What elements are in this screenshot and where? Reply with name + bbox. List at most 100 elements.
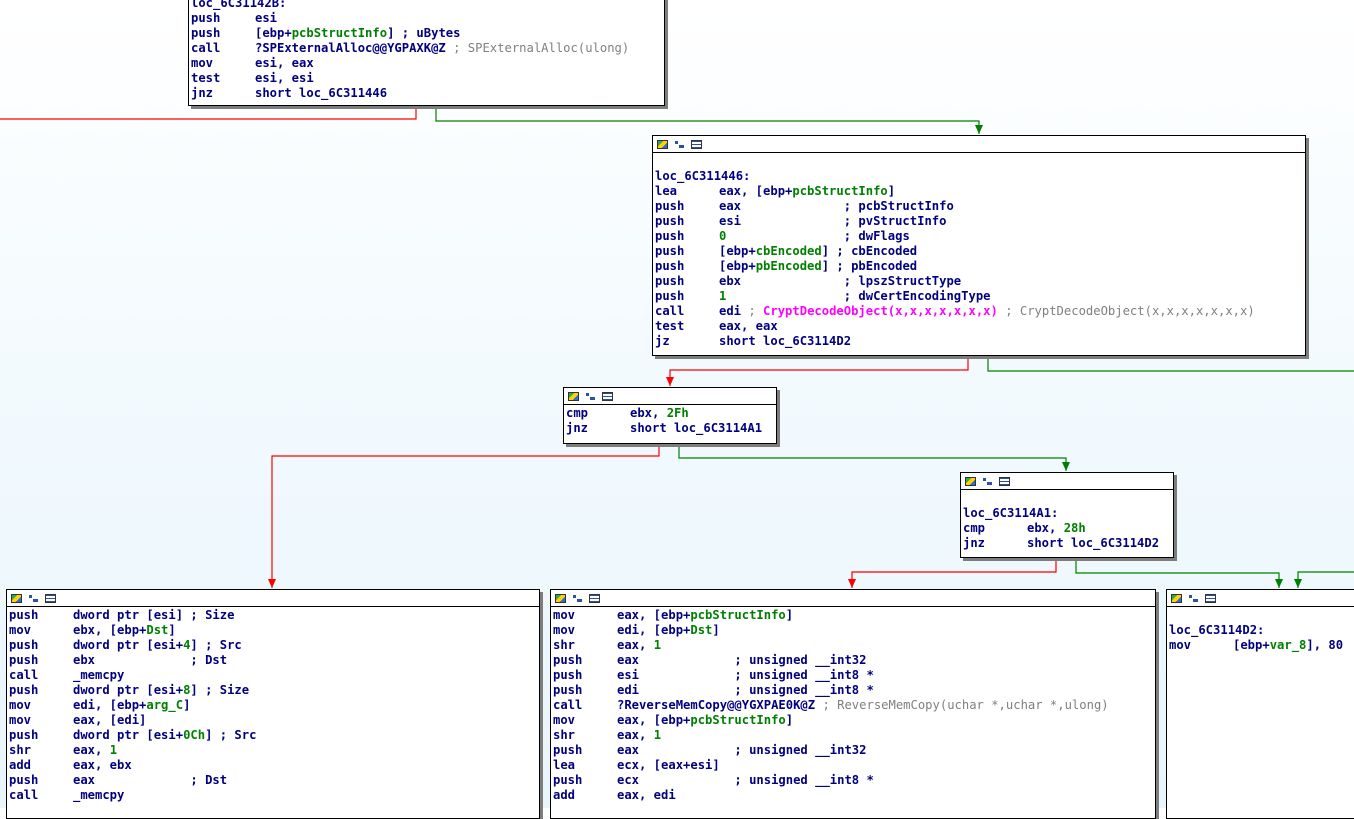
- instruction-line[interactable]: call ?SPExternalAlloc@@YGPAXK@Z ; SPExter…: [191, 41, 662, 56]
- edge-true-to-loc_6C3114D2[interactable]: [1075, 558, 1280, 588]
- instruction-line[interactable]: add eax, edi: [553, 788, 1153, 803]
- instruction-line[interactable]: push eax ; Dst: [9, 773, 537, 788]
- graph-overview-icon[interactable]: [572, 593, 583, 603]
- edge-true-to-loc_6C311446[interactable]: [435, 106, 980, 134]
- instruction-line[interactable]: push dword ptr [esi] ; Size: [9, 608, 537, 623]
- code-block[interactable]: push dword ptr [esi] ; Size mov ebx, [ebp+D…: [6, 589, 540, 819]
- instruction-line[interactable]: push edi ; unsigned __int8 *: [553, 683, 1153, 698]
- color-palette-icon[interactable]: [11, 593, 22, 603]
- edge-false-to-cmp-2Fh[interactable]: [669, 356, 969, 386]
- graph-overview-icon[interactable]: [28, 593, 39, 603]
- instruction-line[interactable]: jnz short loc_6C311446: [191, 86, 662, 101]
- instruction-line[interactable]: mov eax, [edi]: [9, 713, 537, 728]
- instruction-line[interactable]: mov edi, [ebp+arg_C]: [9, 698, 537, 713]
- instruction-line[interactable]: push dword ptr [esi+0Ch] ; Src: [9, 728, 537, 743]
- instruction-line[interactable]: mov [ebp+var_8], 80: [1169, 638, 1354, 653]
- operand: ecx ; unsigned __int8 *: [617, 773, 874, 787]
- color-palette-icon[interactable]: [657, 139, 668, 149]
- edge-true-to-loc_6C3114A1[interactable]: [678, 444, 1067, 471]
- instruction-line[interactable]: mov ebx, [ebp+Dst]: [9, 623, 537, 638]
- instruction-line[interactable]: call ?ReverseMemCopy@@YGXPAE0K@Z ; Revers…: [553, 698, 1153, 713]
- edge-true-incoming-loc_6C3114D2[interactable]: [1297, 571, 1354, 588]
- instruction-line[interactable]: shr eax, 1: [9, 743, 537, 758]
- operand: eax, [ebp+: [617, 713, 691, 727]
- instruction-line[interactable]: mov eax, [ebp+pcbStructInfo]: [553, 608, 1153, 623]
- instruction-line[interactable]: mov esi, eax: [191, 56, 662, 71]
- edge-true-to-loc_6C3114D2-offscreen[interactable]: [987, 356, 1354, 372]
- code-block[interactable]: mov eax, [ebp+pcbStructInfo] mov edi, [ebp+…: [550, 589, 1156, 819]
- instruction-line[interactable]: push dword ptr [esi+4] ; Src: [9, 638, 537, 653]
- mnemonic: test: [191, 71, 221, 85]
- code-block[interactable]: cmp ebx, 2Fh jnz short loc_6C3114A1: [563, 387, 777, 444]
- instruction-line[interactable]: call edi ; CryptDecodeObject(x,x,x,x,x,x,…: [655, 304, 1303, 319]
- code-block[interactable]: loc_6C3114A1: cmp ebx, 28h jnz short loc_6C3…: [960, 472, 1174, 558]
- location-label[interactable]: loc_6C311446:: [655, 169, 1303, 184]
- text-view-icon[interactable]: [1205, 593, 1216, 603]
- instruction-line[interactable]: push 1 ; dwCertEncodingType: [655, 289, 1303, 304]
- operand-variable: arg_C: [146, 698, 184, 712]
- instruction-line[interactable]: cmp ebx, 28h: [963, 521, 1171, 536]
- mnemonic: push: [553, 683, 583, 697]
- instruction-line[interactable]: shr eax, 1: [553, 728, 1153, 743]
- text-view-icon[interactable]: [45, 593, 56, 603]
- instruction-line[interactable]: mov eax, [ebp+pcbStructInfo]: [553, 713, 1153, 728]
- operand: short loc_6C3114D2: [1027, 536, 1160, 550]
- instruction-line[interactable]: call _memcpy: [9, 788, 537, 803]
- text-view-icon[interactable]: [691, 139, 702, 149]
- instruction-line[interactable]: mov edi, [ebp+Dst]: [553, 623, 1153, 638]
- graph-overview-icon[interactable]: [1188, 593, 1199, 603]
- color-palette-icon[interactable]: [568, 391, 579, 401]
- instruction-line[interactable]: push esi ; unsigned __int8 *: [553, 668, 1153, 683]
- graph-overview-icon[interactable]: [585, 391, 596, 401]
- instruction-line[interactable]: push dword ptr [esi+8] ; Size: [9, 683, 537, 698]
- instruction-line[interactable]: cmp ebx, 2Fh: [566, 406, 774, 421]
- instruction-line[interactable]: test eax, eax: [655, 319, 1303, 334]
- mnemonic: push: [9, 653, 39, 667]
- instruction-line[interactable]: lea eax, [ebp+pcbStructInfo]: [655, 184, 1303, 199]
- mnemonic: mov: [9, 623, 32, 637]
- location-label[interactable]: loc_6C3114A1:: [963, 506, 1171, 521]
- instruction-line[interactable]: push eax ; pcbStructInfo: [655, 199, 1303, 214]
- edge-false-to-offscreen[interactable]: [0, 106, 417, 120]
- mnemonic: push: [9, 683, 39, 697]
- instruction-line[interactable]: push ecx ; unsigned __int8 *: [553, 773, 1153, 788]
- graph-overview-icon[interactable]: [982, 476, 993, 486]
- text-view-icon[interactable]: [999, 476, 1010, 486]
- instruction-line[interactable]: push [ebp+pbEncoded] ; pbEncoded: [655, 259, 1303, 274]
- operand: esi, esi: [255, 71, 314, 85]
- instruction-line[interactable]: push 0 ; dwFlags: [655, 229, 1303, 244]
- instruction-line[interactable]: push [ebp+cbEncoded] ; cbEncoded: [655, 244, 1303, 259]
- instruction-line[interactable]: push esi ; pvStructInfo: [655, 214, 1303, 229]
- instruction-line[interactable]: shr eax, 1: [553, 638, 1153, 653]
- instruction-line[interactable]: push eax ; unsigned __int32: [553, 743, 1153, 758]
- code-block[interactable]: loc_6C3114D2: mov [ebp+var_8], 80: [1166, 589, 1354, 819]
- instruction-line[interactable]: push eax ; unsigned __int32: [553, 653, 1153, 668]
- instruction-line[interactable]: test esi, esi: [191, 71, 662, 86]
- instruction-line[interactable]: lea ecx, [eax+esi]: [553, 758, 1153, 773]
- color-palette-icon[interactable]: [555, 593, 566, 603]
- code-block[interactable]: loc_6C311446: lea eax, [ebp+pcbStructInfo]…: [652, 135, 1306, 356]
- operand-variable: pcbStructInfo: [291, 26, 388, 40]
- color-palette-icon[interactable]: [965, 476, 976, 486]
- location-label[interactable]: loc_6C31142B:: [191, 0, 662, 11]
- text-view-icon[interactable]: [589, 593, 600, 603]
- instruction-line[interactable]: push ebx ; Dst: [9, 653, 537, 668]
- operand: [ebp+: [1233, 638, 1270, 652]
- instruction-line[interactable]: add eax, ebx: [9, 758, 537, 773]
- mnemonic: call: [655, 304, 685, 318]
- edge-false-to-memcpy-block[interactable]: [271, 444, 660, 588]
- code-listing: push dword ptr [esi] ; Size mov ebx, [ebp+D…: [7, 607, 539, 805]
- instruction-line[interactable]: jz short loc_6C3114D2: [655, 334, 1303, 349]
- location-label[interactable]: loc_6C3114D2:: [1169, 623, 1354, 638]
- instruction-line[interactable]: jnz short loc_6C3114A1: [566, 421, 774, 436]
- instruction-line[interactable]: call _memcpy: [9, 668, 537, 683]
- instruction-line[interactable]: push ebx ; lpszStructType: [655, 274, 1303, 289]
- instruction-line[interactable]: push esi: [191, 11, 662, 26]
- color-palette-icon[interactable]: [1171, 593, 1182, 603]
- instruction-line[interactable]: push [ebp+pcbStructInfo] ; uBytes: [191, 26, 662, 41]
- instruction-line[interactable]: jnz short loc_6C3114D2: [963, 536, 1171, 551]
- graph-overview-icon[interactable]: [674, 139, 685, 149]
- text-view-icon[interactable]: [602, 391, 613, 401]
- code-block[interactable]: loc_6C31142B: push esi push [ebp+pcbStructIn…: [188, 0, 665, 106]
- edge-false-to-reversememcopy-block[interactable]: [851, 558, 1057, 588]
